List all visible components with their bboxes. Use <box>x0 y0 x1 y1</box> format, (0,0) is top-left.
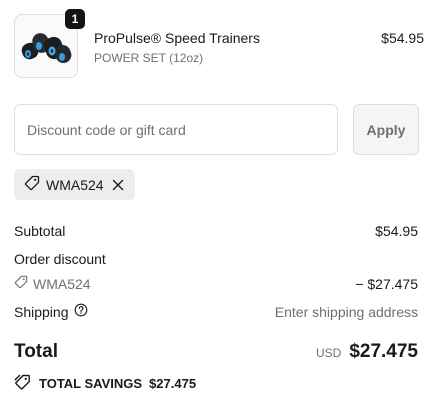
shipping-label: Shipping <box>14 303 69 320</box>
total-amount: $27.475 <box>349 341 418 362</box>
subtotal-value: $54.95 <box>375 223 418 239</box>
total-value: USD $27.475 <box>316 341 418 363</box>
savings-amount: $27.475 <box>149 376 197 391</box>
product-price: $54.95 <box>381 30 424 46</box>
shipping-info: Shipping <box>14 303 88 320</box>
order-discount-row: Order discount <box>14 251 418 267</box>
quantity-badge: 1 <box>65 9 85 29</box>
remove-discount-close-icon[interactable] <box>110 177 126 193</box>
apply-button[interactable]: Apply <box>353 104 419 155</box>
tag-icon <box>14 275 28 292</box>
discount-code-input[interactable] <box>14 104 338 155</box>
shipping-value: Enter shipping address <box>274 303 418 320</box>
applied-code-label: WMA524 <box>46 176 104 193</box>
currency-code: USD <box>315 346 342 360</box>
total-savings: TOTAL SAVINGS $27.475 <box>14 374 196 393</box>
savings-tag-icon <box>14 374 32 393</box>
subtotal-label: Subtotal <box>14 223 66 239</box>
tag-icon <box>24 175 40 194</box>
applied-discount-chip: WMA524 <box>14 169 135 200</box>
savings-label: TOTAL SAVINGS <box>39 376 143 391</box>
total-row: Total USD $27.475 <box>14 341 418 363</box>
order-discount-label: Order discount <box>14 251 106 267</box>
discount-code-row: WMA524 − $27.475 <box>14 275 418 292</box>
shipping-row: Shipping Enter shipping address <box>14 303 418 320</box>
discount-code-name: WMA524 <box>33 275 91 292</box>
speed-trainer-weights-icon <box>21 33 72 63</box>
line-item: 1 ProPulse® Speed Trainers POWER SET (12… <box>14 9 424 78</box>
help-icon[interactable] <box>74 303 88 320</box>
subtotal-row: Subtotal $54.95 <box>14 223 418 239</box>
total-label: Total <box>14 341 58 362</box>
product-name: ProPulse® Speed Trainers <box>94 30 260 46</box>
discount-value: − $27.475 <box>355 275 418 292</box>
product-variant: POWER SET (12oz) <box>94 51 204 65</box>
discount-code-info: WMA524 <box>14 275 91 292</box>
